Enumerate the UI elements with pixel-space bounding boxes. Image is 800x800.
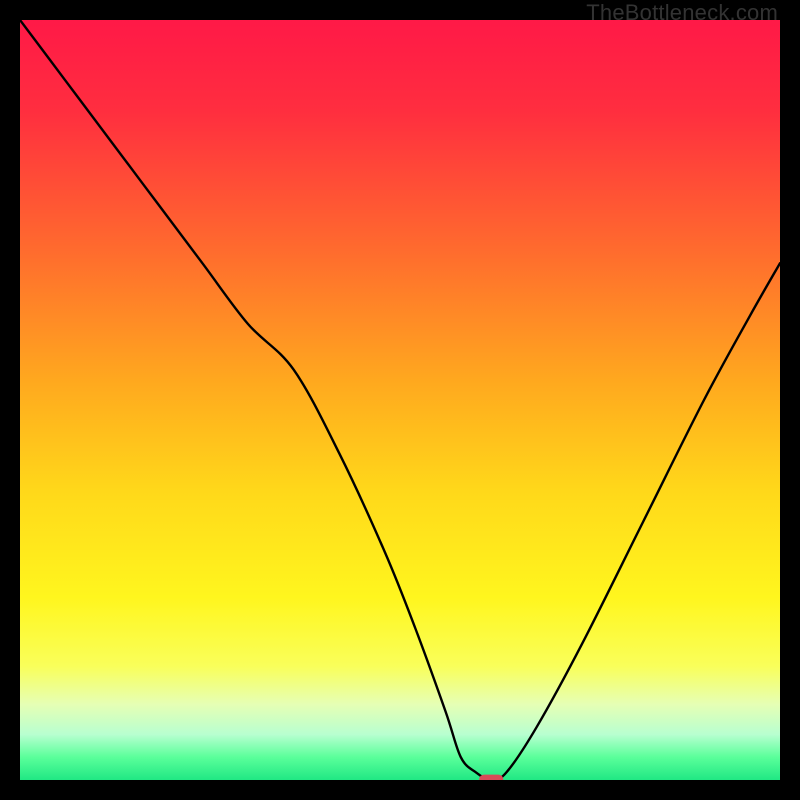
minimum-marker	[479, 775, 503, 780]
plot-area	[20, 20, 780, 780]
chart-frame: TheBottleneck.com	[0, 0, 800, 800]
gradient-background	[20, 20, 780, 780]
chart-svg	[20, 20, 780, 780]
